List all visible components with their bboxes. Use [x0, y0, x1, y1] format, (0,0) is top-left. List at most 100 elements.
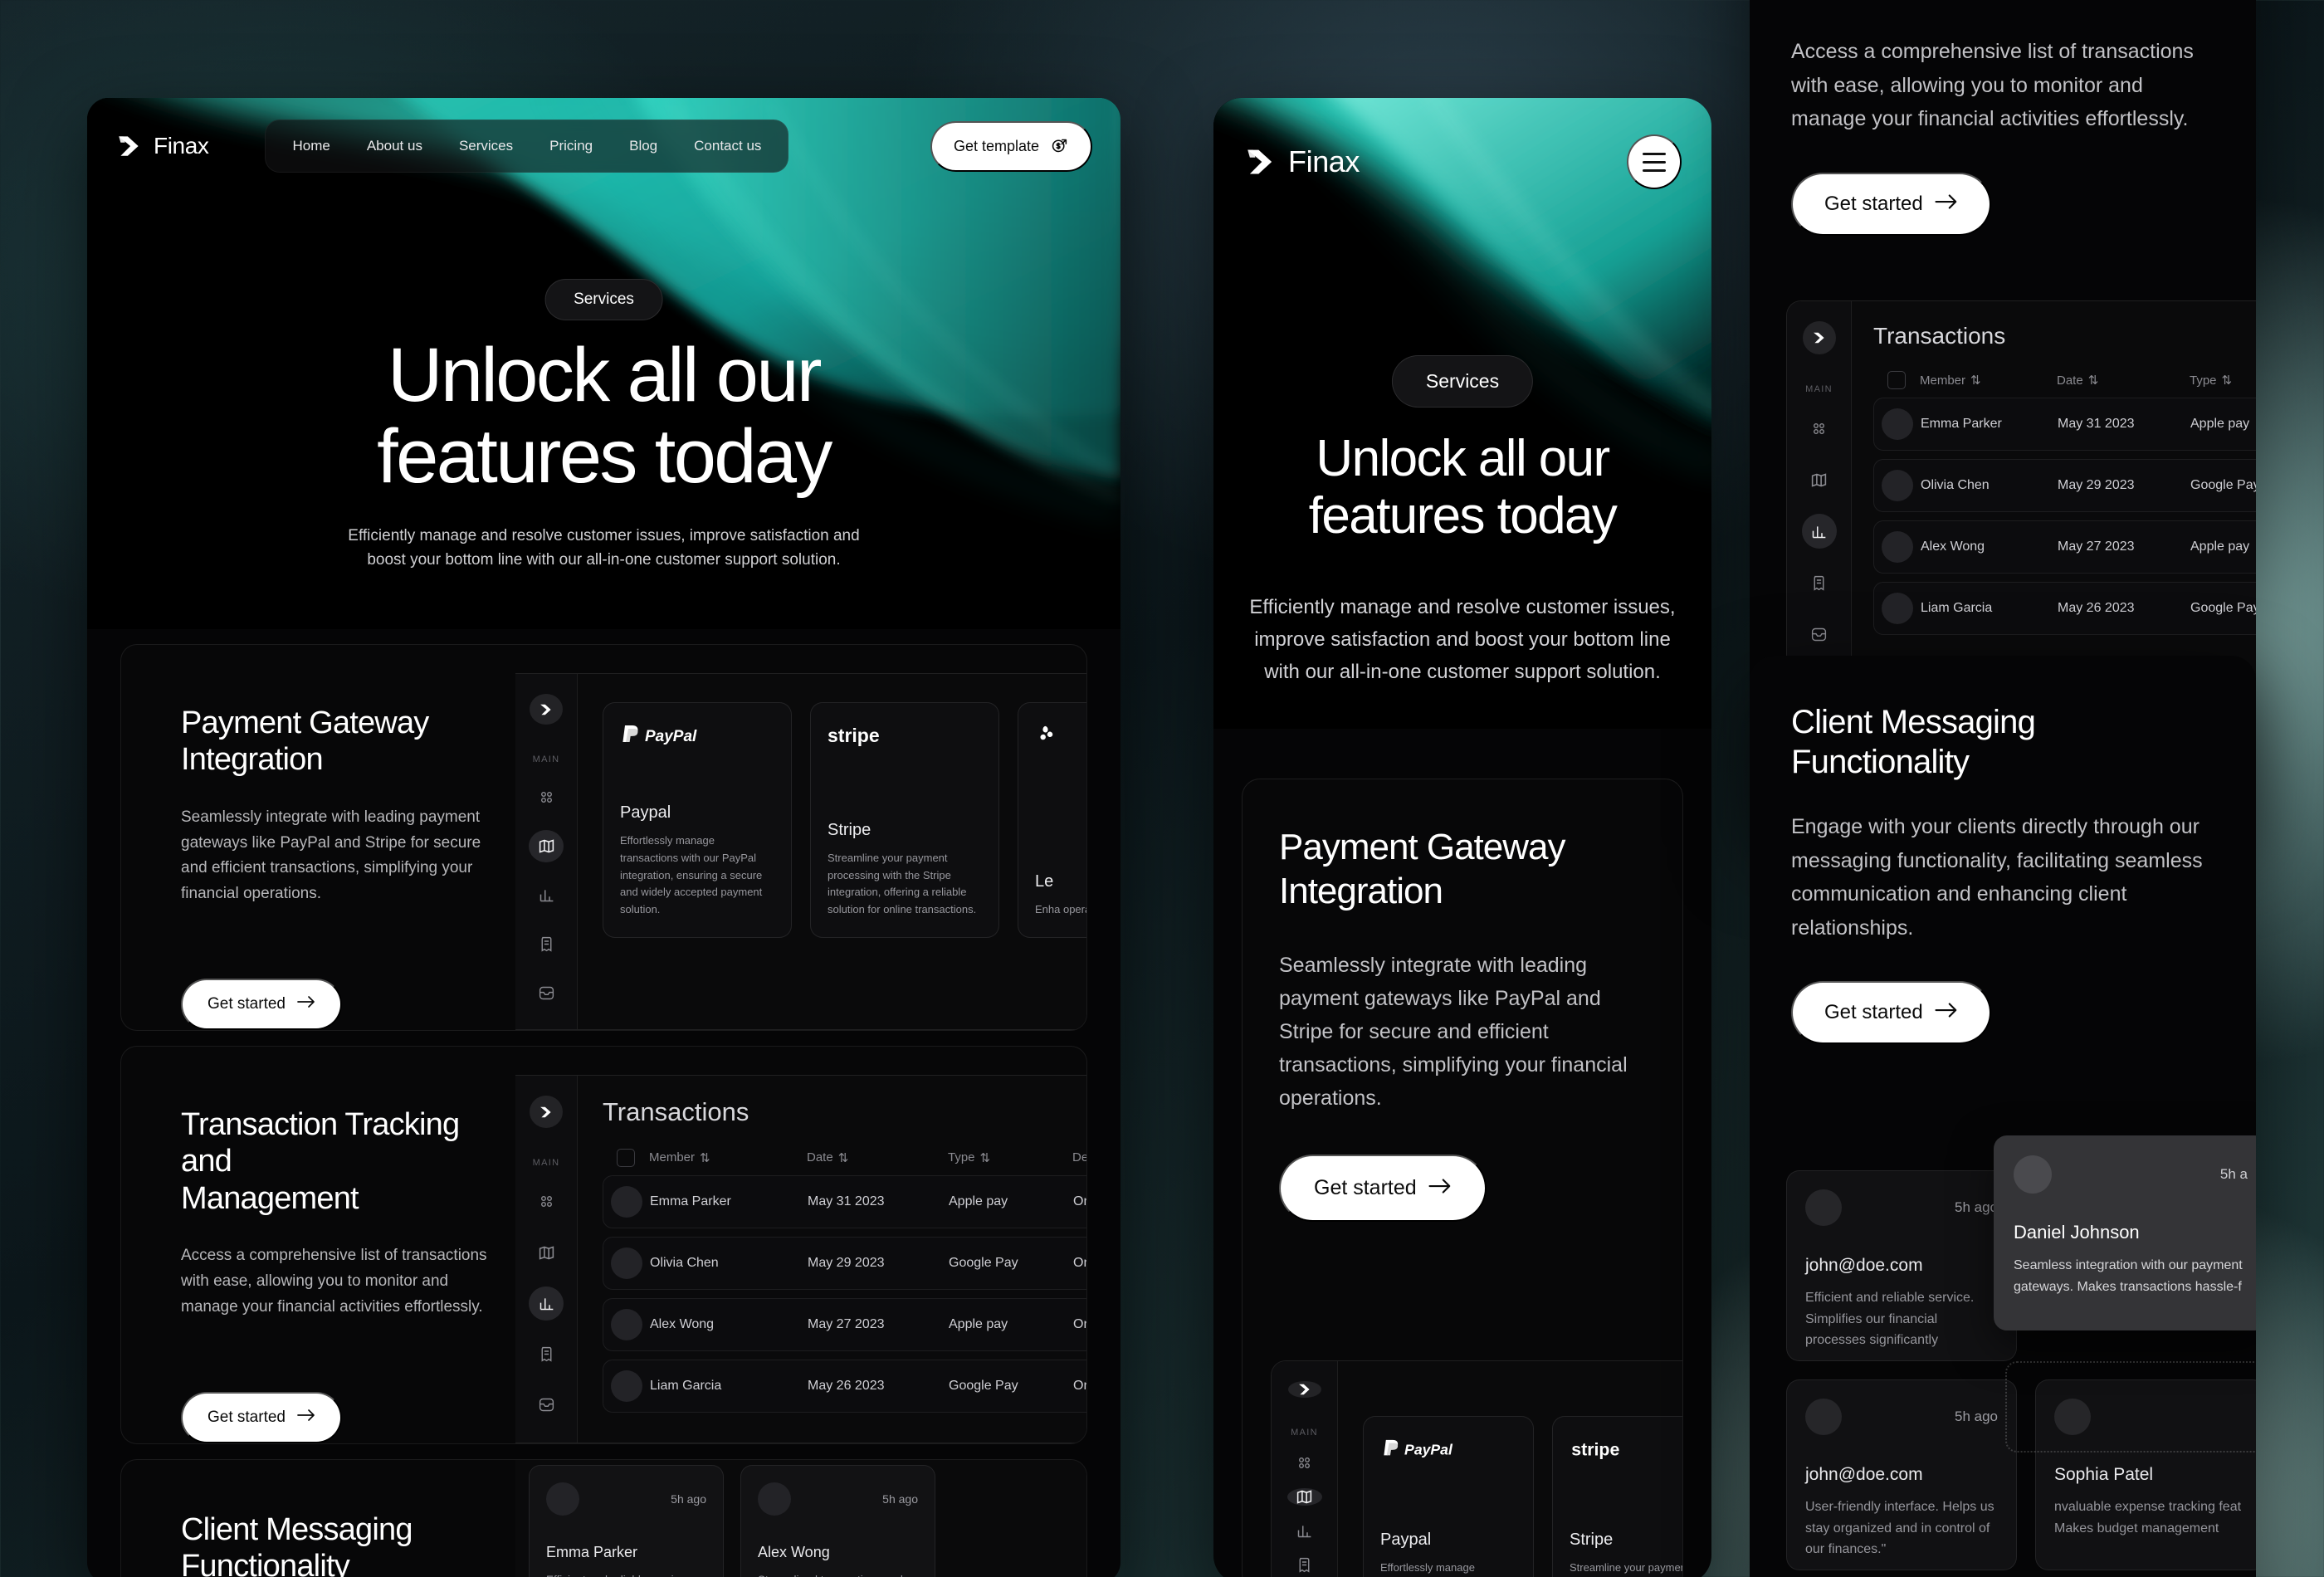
get-started-button[interactable]: Get started [1791, 172, 1991, 236]
get-started-label: Get started [1824, 192, 1923, 215]
paypal-logo-icon: PayPal [1380, 1435, 1516, 1463]
feature-description: Seamlessly integrate with leading paymen… [181, 808, 481, 903]
table-row[interactable]: Alex Wong May 27 2023 Apple pay [1873, 520, 2256, 574]
cell-type: Google Pay [949, 1255, 1018, 1270]
nav-item-contact-us[interactable]: Contact us [676, 130, 779, 162]
arrow-right-icon [1935, 193, 1958, 216]
grid-icon[interactable] [529, 1184, 564, 1218]
hero-title-line-1: Unlock all our [388, 333, 823, 417]
grid-icon[interactable] [1802, 411, 1837, 446]
dragged-message-card[interactable]: 5h a Daniel Johnson Seamless integration… [1994, 1135, 2256, 1330]
list-item[interactable]: 5h ago Emma Parker Efficient and reliabl… [529, 1464, 724, 1577]
avatar [758, 1482, 791, 1516]
table-row[interactable]: Liam Garcia May 26 2023 Google Pay Onlin… [603, 1359, 1086, 1413]
map-icon[interactable] [1286, 1488, 1322, 1506]
select-all-checkbox[interactable] [1887, 371, 1906, 389]
table-row[interactable]: Olivia Chen May 29 2023 Google Pay Onlin… [603, 1236, 1086, 1290]
map-icon[interactable] [1802, 462, 1837, 497]
testimonial-message: Efficient and reliable service. Simplifi… [546, 1571, 706, 1577]
cell-date: May 27 2023 [808, 1316, 885, 1331]
payment-card-paypal[interactable]: PayPal Paypal Effortlessly manage transa… [1363, 1416, 1534, 1577]
grid-icon[interactable] [529, 781, 564, 813]
grid-icon[interactable] [1287, 1454, 1322, 1472]
nav-item-home[interactable]: Home [274, 130, 348, 162]
column-header-details[interactable]: Details⇅ [1072, 1150, 1086, 1165]
cell-details: Online purcha [1073, 1316, 1086, 1331]
message-author: john@doe.com [1805, 1256, 1923, 1275]
stripe-logo-icon: stripe [1570, 1435, 1682, 1463]
chart-bar-icon[interactable] [529, 879, 564, 911]
column-header-type[interactable]: Type ⇅ [948, 1150, 1072, 1165]
payment-methods-list: PayPal Paypal Effortlessly manage transa… [1363, 1409, 1682, 1577]
get-started-button[interactable]: Get started [1791, 981, 1991, 1044]
chart-bar-icon[interactable] [1801, 514, 1837, 549]
receipt-icon[interactable] [1287, 1556, 1322, 1574]
feature-title-line-2: Functionality [1791, 744, 1970, 780]
table-row[interactable]: Olivia Chen May 29 2023 Google Pay [1873, 459, 2256, 512]
timestamp: 5h ago [1955, 1409, 1998, 1424]
nav-item-services[interactable]: Services [441, 130, 531, 162]
payment-card-stripe[interactable]: stripe Stripe Streamline your payment pr… [810, 702, 999, 938]
brand-logo[interactable]: Finax [115, 132, 209, 160]
nav-item-blog[interactable]: Blog [611, 130, 676, 162]
map-icon[interactable] [529, 830, 564, 863]
feature-card-transaction-tracking: Transaction Tracking and Management Acce… [120, 1045, 1087, 1444]
feature-card-payment-gateway: Payment Gateway Integration Seamlessly i… [120, 644, 1087, 1031]
nav-item-about-us[interactable]: About us [349, 130, 441, 162]
nav-item-pricing[interactable]: Pricing [531, 130, 611, 162]
avatar [611, 1370, 642, 1402]
list-item[interactable]: 5h ago john@doe.com User-friendly interf… [1786, 1379, 2017, 1570]
cell-member: Alex Wong [650, 1316, 715, 1331]
map-icon[interactable] [529, 1236, 564, 1270]
avatar [546, 1482, 579, 1516]
get-started-button[interactable]: Get started [181, 978, 342, 1030]
timestamp: 5h ago [882, 1492, 918, 1506]
list-item[interactable]: 5h ago john@doe.com Efficient and reliab… [1786, 1170, 2017, 1361]
svg-text:PayPal: PayPal [645, 728, 697, 745]
get-template-button[interactable]: Get template [930, 120, 1092, 172]
feature-title-line-1: Client Messaging [181, 1511, 413, 1547]
receipt-icon[interactable] [1802, 565, 1837, 600]
get-started-button[interactable]: Get started [181, 1391, 342, 1443]
avatar [1882, 470, 1913, 501]
table-row[interactable]: Liam Garcia May 26 2023 Google Pay [1873, 582, 2256, 635]
payment-card-description: Effortlessly manage transactions with ou… [620, 834, 763, 916]
table-row[interactable]: Emma Parker May 31 2023 Apple pay [1873, 398, 2256, 451]
column-header-date[interactable]: Date ⇅ [807, 1150, 948, 1165]
message-author: john@doe.com [1805, 1465, 1923, 1484]
column-header-type[interactable]: Type ⇅ [2190, 373, 2256, 388]
mini-dashboard-transactions: MAIN Transactions Member ⇅ Date ⇅ Type ⇅… [515, 1074, 1086, 1443]
column-header-member[interactable]: Member ⇅ [649, 1150, 807, 1165]
inbox-icon[interactable] [529, 977, 564, 1009]
avatar [611, 1185, 642, 1218]
inbox-icon[interactable] [1802, 617, 1837, 652]
table-row[interactable]: Emma Parker May 31 2023 Apple pay Online… [603, 1174, 1086, 1228]
cell-member: Emma Parker [1921, 417, 2002, 431]
column-header-date[interactable]: Date ⇅ [2057, 373, 2190, 388]
chart-bar-icon[interactable] [1287, 1522, 1322, 1540]
table-row[interactable]: Alex Wong May 27 2023 Apple pay Online p… [603, 1297, 1086, 1351]
brand-logo[interactable]: Finax [1243, 144, 1360, 179]
inbox-icon[interactable] [529, 1388, 564, 1422]
desktop-navbar: Finax Home About us Services Pricing Blo… [87, 98, 1120, 194]
cell-type: Apple pay [2190, 417, 2250, 431]
get-started-button[interactable]: Get started [1279, 1154, 1487, 1222]
column-header-member[interactable]: Member ⇅ [1920, 373, 2057, 388]
feature-title-line-2: Functionality [181, 1549, 350, 1577]
payment-card-stripe[interactable]: stripe Stripe Streamline your payment pr… [1552, 1416, 1682, 1577]
select-all-checkbox[interactable] [617, 1148, 635, 1167]
receipt-icon[interactable] [529, 928, 564, 960]
hero-title-line-1: Unlock all our [1316, 430, 1610, 487]
list-item[interactable]: 5h ago Alex Wong Streamlined transaction… [740, 1464, 935, 1577]
chart-bar-icon[interactable] [529, 1286, 564, 1321]
avatar [611, 1247, 642, 1279]
receipt-icon[interactable] [529, 1337, 564, 1371]
feature-title-line-1: Transaction Tracking and [181, 1106, 460, 1179]
payment-card-lemonsqueezy[interactable]: Le Enha opera integ tool f [1018, 702, 1086, 938]
feature-description: Access a comprehensive list of transacti… [1791, 40, 2194, 130]
hero-subtitle-line-3: with our all-in-one customer support sol… [1264, 660, 1661, 683]
payment-card-paypal[interactable]: PayPal Paypal Effortlessly manage transa… [603, 702, 792, 938]
hamburger-menu-icon[interactable] [1627, 134, 1682, 189]
mobile-preview-panel-messaging: Client Messaging Functionality Engage wi… [1750, 656, 2256, 1577]
arrow-right-icon [1935, 1001, 1958, 1024]
